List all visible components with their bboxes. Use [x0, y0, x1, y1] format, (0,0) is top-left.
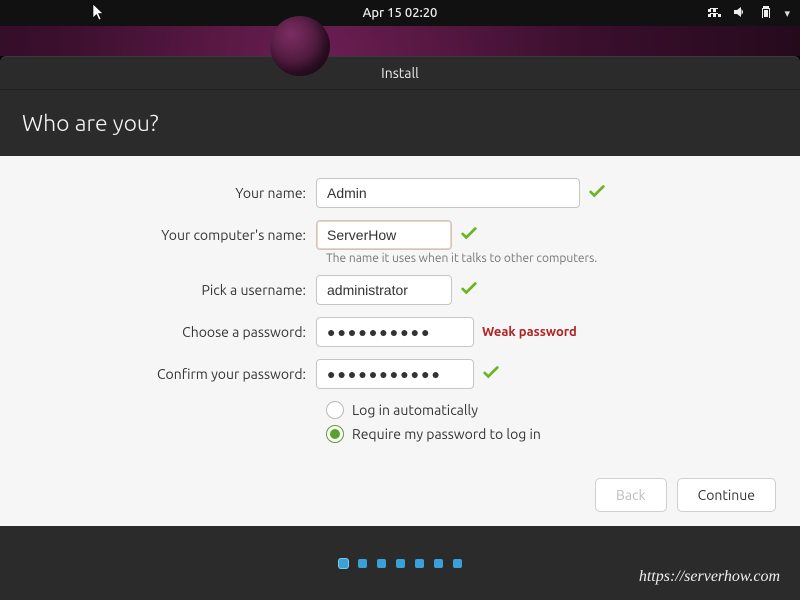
- form-panel: Your name: Your computer's name: The nam…: [0, 156, 800, 526]
- label-username: Pick a username:: [24, 282, 316, 298]
- battery-icon[interactable]: [758, 4, 774, 23]
- progress-dot: [339, 559, 348, 568]
- progress-dot: [434, 559, 443, 568]
- radio-login-auto[interactable]: Log in automatically: [326, 401, 776, 419]
- radio-icon: [326, 401, 344, 419]
- progress-dot: [415, 559, 424, 568]
- credit-text: https://serverhow.com: [639, 568, 780, 586]
- back-button[interactable]: Back: [595, 478, 667, 512]
- label-confirm-password: Confirm your password:: [24, 366, 316, 382]
- footer-bar: https://serverhow.com: [0, 526, 800, 600]
- wallpaper-strip: [0, 26, 800, 56]
- input-computer-name[interactable]: [316, 220, 452, 250]
- row-username: Pick a username:: [24, 275, 776, 305]
- network-icon[interactable]: [706, 4, 722, 23]
- row-password: Choose a password: Weak password: [24, 317, 776, 347]
- radio-login-require[interactable]: Require my password to log in: [326, 425, 776, 443]
- check-icon: [460, 224, 478, 246]
- progress-dot: [453, 559, 462, 568]
- system-tray: ▾: [706, 0, 790, 26]
- progress-dot: [377, 559, 386, 568]
- cursor-icon: [92, 3, 106, 24]
- row-confirm-password: Confirm your password:: [24, 359, 776, 389]
- chevron-down-icon[interactable]: ▾: [784, 7, 790, 20]
- radio-icon: [326, 425, 344, 443]
- volume-icon[interactable]: [732, 4, 748, 23]
- password-strength-text: Weak password: [482, 325, 577, 339]
- progress-dot: [396, 559, 405, 568]
- check-icon: [460, 279, 478, 301]
- window-titlebar: Install: [0, 56, 800, 90]
- input-your-name[interactable]: [316, 178, 580, 208]
- continue-button[interactable]: Continue: [677, 478, 776, 512]
- input-password[interactable]: [316, 317, 474, 347]
- clock-text: Apr 15 02:20: [363, 6, 438, 20]
- input-username[interactable]: [316, 275, 452, 305]
- check-icon: [588, 182, 606, 204]
- radio-label-require: Require my password to log in: [352, 426, 541, 442]
- row-computer-name: Your computer's name:: [24, 220, 776, 250]
- label-password: Choose a password:: [24, 324, 316, 340]
- progress-dot: [358, 559, 367, 568]
- window-title: Install: [381, 65, 419, 81]
- page-header: Who are you?: [0, 90, 800, 156]
- check-icon: [482, 363, 500, 385]
- hint-computer-name: The name it uses when it talks to other …: [326, 252, 776, 265]
- label-computer-name: Your computer's name:: [24, 227, 316, 243]
- page-title: Who are you?: [22, 111, 159, 136]
- button-row: Back Continue: [595, 478, 776, 512]
- system-topbar: Apr 15 02:20 ▾: [0, 0, 800, 26]
- row-your-name: Your name:: [24, 178, 776, 208]
- input-confirm-password[interactable]: [316, 359, 474, 389]
- radio-label-auto: Log in automatically: [352, 402, 478, 418]
- label-your-name: Your name:: [24, 185, 316, 201]
- progress-dots: [339, 559, 462, 568]
